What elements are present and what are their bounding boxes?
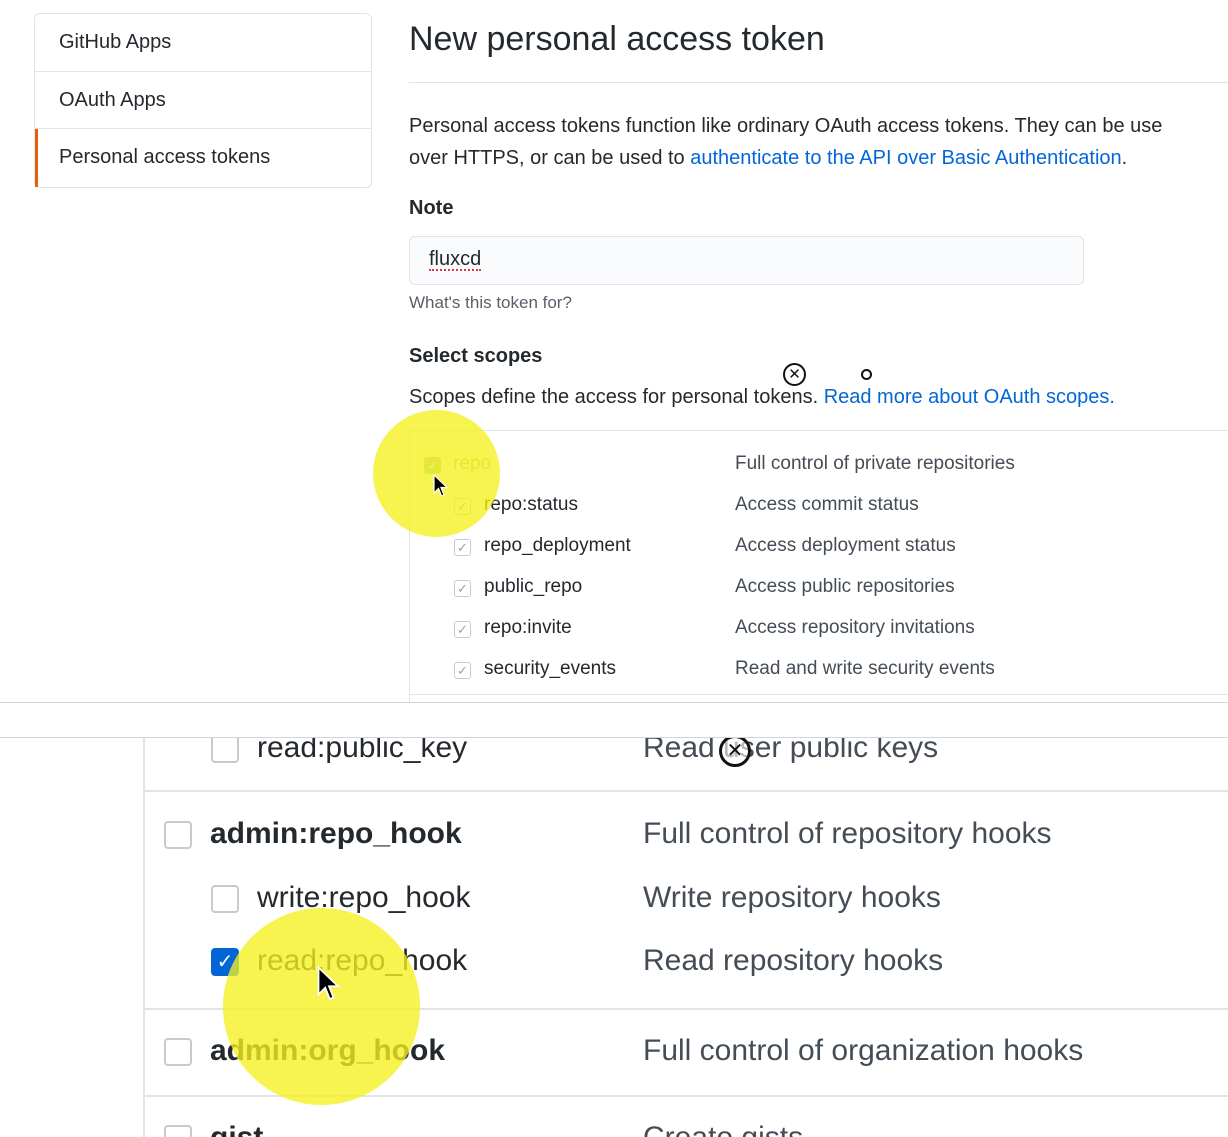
intro-line-2: over HTTPS, or can be used to authentica… [409,142,1228,174]
scope-row: ✓ repo:invite Access repository invitation… [410,609,1228,650]
sidebar-item-oauth-apps[interactable]: OAuth Apps [35,72,371,129]
scope-description: Access public repositories [735,576,955,597]
note-input-value: fluxcd [429,248,482,271]
title-divider [409,82,1228,83]
scope-description: Write repository hooks [643,881,941,914]
scope-name: repo:invite [484,617,572,638]
scope-row: admin:org_hookFull control of organizati… [0,1029,1228,1079]
sidebar-item-github-apps[interactable]: GitHub Apps [35,14,371,72]
scope-checkbox[interactable] [211,885,239,913]
page-title: New personal access token [409,20,825,58]
scope-description: Read and write security events [735,658,995,679]
mouse-pointer-icon [317,966,341,1001]
sidebar-item-personal-access-tokens[interactable]: Personal access tokens [35,129,371,187]
scope-name: security_events [484,658,617,679]
scope-description: Create gists [643,1116,803,1137]
scopes-description: Scopes define the access for personal to… [409,386,1115,409]
scope-checkbox[interactable] [164,1038,192,1066]
scope-row: read:public_key Read user public keys [0,738,1228,776]
scope-name: public_repo [484,576,583,597]
scope-description: Full control of private repositories [735,453,1015,474]
scope-row: ✓read:repo_hookRead repository hooks [0,939,1228,989]
intro-line-1: Personal access tokens function like ord… [409,115,1163,137]
check-icon: ✓ [457,540,468,555]
scope-name: repo:status [484,494,578,515]
scope-description: Read user public keys [643,738,939,764]
check-icon: ✓ [457,581,468,596]
check-icon: ✓ [457,622,468,637]
intro-text: Personal access tokens function like ord… [409,110,1228,174]
oauth-scopes-link[interactable]: Read more about OAuth scopes. [824,386,1115,408]
scope-row: admin:repo_hook Full control of repositor… [0,812,1228,862]
scope-row: ✓ security_events Read and write security … [410,650,1228,691]
scope-checkbox[interactable]: ✓ [454,621,471,638]
scope-checkbox[interactable]: ✓ [454,662,471,679]
scope-description: Access repository invitations [735,617,975,638]
scope-checkbox[interactable] [164,1125,192,1137]
note-label: Note [409,197,454,219]
basic-auth-link[interactable]: authenticate to the API over Basic Authe… [690,147,1121,169]
scope-checkbox[interactable]: ✓ [454,580,471,597]
note-help-text: What's this token for? [409,293,572,312]
panel-divider [0,702,1228,738]
mouse-pointer-icon [433,474,449,497]
scope-row: gist Create gists [0,1116,1228,1137]
check-icon: ✓ [457,663,468,678]
scope-description: Read repository hooks [643,944,944,977]
intro-line-2-prefix: over HTTPS, or can be used to [409,147,691,169]
scopes-table-divider [409,694,1228,695]
top-panel: GitHub Apps OAuth Apps Personal access t… [0,0,1228,702]
loading-circle-icon [861,369,872,380]
scope-name: repo_deployment [484,535,631,556]
scope-description: Access deployment status [735,535,956,556]
select-scopes-label: Select scopes [409,345,543,367]
scopes-description-text: Scopes define the access for personal to… [409,386,824,408]
intro-line-2-suffix: . [1121,147,1128,169]
settings-sidebar: GitHub Apps OAuth Apps Personal access t… [34,13,372,188]
note-input[interactable] [409,236,1084,285]
loading-x-icon: ✕ [783,363,806,386]
row-separator [143,790,1228,792]
click-highlight [223,908,420,1105]
scope-name: read:public_key [257,738,468,764]
scope-checkbox[interactable] [164,821,192,849]
scope-row: ✓ repo_deployment Access deployment status [410,527,1228,568]
bottom-panel-zoomed: read:public_key Read user public keys admi… [0,738,1228,1137]
scope-row: ✓ public_repo Access public repositories [410,568,1228,609]
scope-description: Full control of organization hooks [643,1034,1084,1067]
scope-row: ✓repoFull control of private repositorie… [410,445,1228,486]
scope-name: gist [210,1116,263,1137]
scope-description: Access commit status [735,494,919,515]
scope-row: write:repo_hook Write repository hooks [0,876,1228,926]
scopes-table: ✓repoFull control of private repositorie… [409,430,1228,702]
scope-row: ✓repo:statusAccess commit status [410,486,1228,527]
scope-checkbox[interactable]: ✓ [454,539,471,556]
scope-description: Full control of repository hooks [643,817,1052,850]
scope-name: admin:repo_hook [210,817,462,850]
scope-checkbox[interactable] [211,738,239,763]
